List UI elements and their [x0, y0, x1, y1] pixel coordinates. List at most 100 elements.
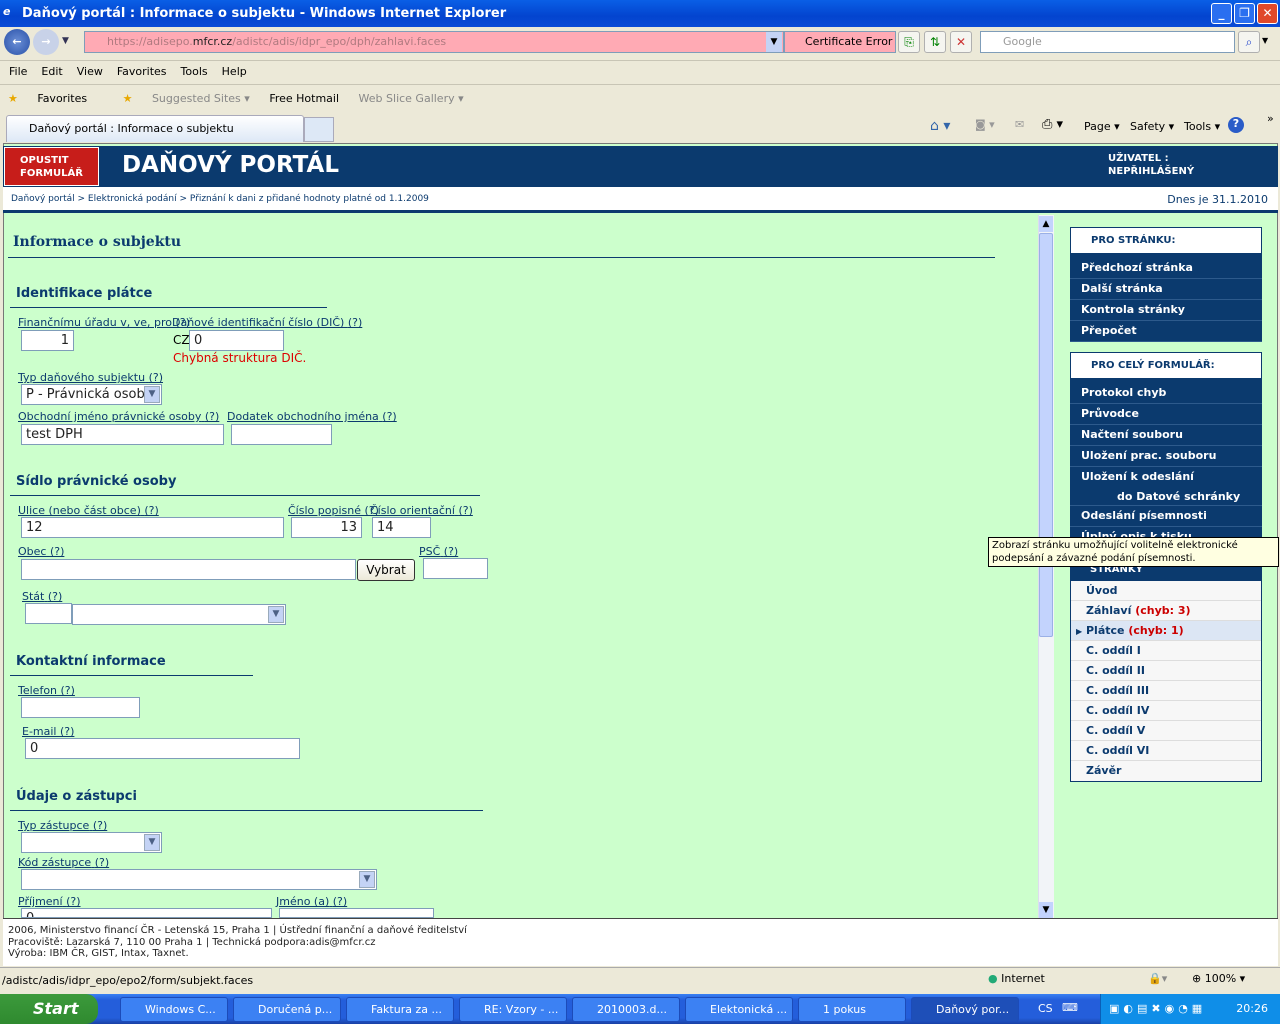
- compatibility-icon[interactable]: ⎘: [898, 31, 920, 53]
- address-bar[interactable]: https://adisepo.mfcr.cz/adistc/adis/idpr…: [84, 31, 784, 53]
- stat-select[interactable]: ▼: [72, 604, 286, 625]
- guide-link[interactable]: Průvodce: [1070, 404, 1262, 425]
- breadcrumb[interactable]: Daňový portál > Elektronická podání > Př…: [3, 187, 1278, 213]
- page-menu[interactable]: Page ▾: [1084, 120, 1120, 133]
- protected-mode-icon[interactable]: 🔒▾: [1148, 972, 1167, 985]
- mail-icon[interactable]: ✉: [1015, 118, 1024, 131]
- email-input[interactable]: 0: [25, 738, 300, 759]
- kod-zastupce-select[interactable]: ▼: [21, 869, 377, 890]
- task-windows-c[interactable]: Windows C...: [120, 997, 228, 1022]
- add-favorite-icon[interactable]: ★: [123, 92, 133, 105]
- keyboard-icon[interactable]: ⌨: [1062, 1001, 1078, 1014]
- label-typ-subjektu[interactable]: Typ daňového subjektu (?): [18, 371, 163, 384]
- page-item-c2[interactable]: C. oddíl II: [1071, 661, 1261, 681]
- financni-urad-input[interactable]: 1: [21, 330, 74, 351]
- fav-suggested-sites[interactable]: Suggested Sites ▾: [152, 92, 250, 105]
- page-item-zaver[interactable]: Závěr: [1071, 761, 1261, 781]
- recalc-link[interactable]: Přepočet: [1070, 321, 1262, 342]
- check-page-link[interactable]: Kontrola stránky: [1070, 300, 1262, 321]
- certificate-error-button[interactable]: Certificate Error: [784, 31, 896, 53]
- task-re-vzory[interactable]: RE: Vzory - ...: [459, 997, 567, 1022]
- label-obec[interactable]: Obec (?): [18, 545, 64, 558]
- label-jmeno[interactable]: Jméno (a) (?): [276, 895, 347, 908]
- back-button[interactable]: ←: [4, 29, 30, 55]
- safety-menu[interactable]: Safety ▾: [1130, 120, 1174, 133]
- label-cislo-popisne[interactable]: Číslo popisné (?): [288, 504, 379, 517]
- scroll-thumb[interactable]: [1039, 233, 1053, 637]
- task-1-pokus[interactable]: 1 pokus: [798, 997, 906, 1022]
- new-tab-button[interactable]: [304, 117, 334, 142]
- feeds-icon[interactable]: ◙ ▾: [975, 118, 995, 131]
- dodatek-input[interactable]: [231, 424, 332, 445]
- page-item-zahlavi[interactable]: Záhlaví (chyb: 3): [1071, 601, 1261, 621]
- task-2010003[interactable]: 2010003.d...: [572, 997, 680, 1022]
- cislo-orientacni-input[interactable]: 14: [372, 517, 431, 538]
- history-dropdown-icon[interactable]: ▼: [62, 36, 69, 46]
- tools-menu[interactable]: Tools ▾: [1184, 120, 1220, 133]
- ulice-input[interactable]: 12: [21, 517, 284, 538]
- restore-button[interactable]: ❐: [1234, 3, 1255, 24]
- task-faktura[interactable]: Faktura za ...: [346, 997, 454, 1022]
- chevron-more-icon[interactable]: »: [1267, 112, 1274, 125]
- search-input[interactable]: Google: [980, 31, 1235, 53]
- task-elektonicka[interactable]: Elektonická ...: [685, 997, 793, 1022]
- telefon-input[interactable]: [21, 697, 140, 718]
- psc-input[interactable]: [423, 558, 488, 579]
- label-email[interactable]: E-mail (?): [22, 725, 74, 738]
- typ-subjektu-select[interactable]: P - Právnická osoba ▼: [21, 384, 162, 405]
- label-kod-zastupce[interactable]: Kód zástupce (?): [18, 856, 109, 869]
- page-item-platce[interactable]: ▶ Plátce (chyb: 1): [1071, 621, 1261, 641]
- fav-free-hotmail[interactable]: Free Hotmail: [269, 92, 339, 105]
- label-ulice[interactable]: Ulice (nebo část obce) (?): [18, 504, 159, 517]
- obec-input[interactable]: [21, 559, 356, 580]
- refresh-icon[interactable]: ⇅: [924, 31, 946, 53]
- label-obchodni-jmeno[interactable]: Obchodní jméno právnické osoby (?): [18, 410, 219, 423]
- label-typ-zastupce[interactable]: Typ zástupce (?): [18, 819, 107, 832]
- page-item-uvod[interactable]: Úvod: [1071, 581, 1261, 601]
- help-icon[interactable]: ?: [1228, 117, 1244, 133]
- vybrat-button[interactable]: Vybrat: [357, 559, 415, 581]
- label-cislo-orientacni[interactable]: Číslo orientační (?): [370, 504, 473, 517]
- prev-page-link[interactable]: Předchozí stránka: [1070, 258, 1262, 279]
- task-danovy-portal[interactable]: Daňový por...: [911, 997, 1019, 1022]
- home-icon[interactable]: ⌂ ▾: [930, 118, 950, 134]
- menu-file[interactable]: File: [9, 61, 27, 83]
- zoom-control[interactable]: ⊕ 100% ▾: [1192, 972, 1245, 985]
- label-prijmeni[interactable]: Příjmení (?): [18, 895, 81, 908]
- menu-view[interactable]: View: [77, 61, 103, 83]
- fav-web-slice-gallery[interactable]: Web Slice Gallery ▾: [359, 92, 464, 105]
- obchodni-jmeno-textarea[interactable]: test DPH: [21, 424, 224, 445]
- jmeno-input[interactable]: [279, 908, 434, 918]
- label-telefon[interactable]: Telefon (?): [18, 684, 75, 697]
- favorites-button[interactable]: ★ Favorites: [8, 92, 103, 105]
- page-item-c1[interactable]: C. oddíl I: [1071, 641, 1261, 661]
- typ-zastupce-select[interactable]: ▼: [21, 832, 162, 853]
- dic-input[interactable]: 0: [189, 330, 284, 351]
- print-icon[interactable]: ⎙ ▾: [1042, 117, 1063, 132]
- cislo-popisne-input[interactable]: 13: [291, 517, 362, 538]
- minimize-button[interactable]: _: [1211, 3, 1232, 24]
- label-financni-urad[interactable]: Finančnímu úřadu v, ve, pro (?): [18, 316, 190, 329]
- page-item-c5[interactable]: C. oddíl V: [1071, 721, 1261, 741]
- send-link[interactable]: Odeslání písemnosti: [1070, 506, 1262, 527]
- save-for-sending-link[interactable]: Uložení k odeslání do Datové schránky: [1070, 467, 1262, 506]
- menu-favorites[interactable]: Favorites: [117, 61, 167, 83]
- address-dropdown-icon[interactable]: ▼: [766, 32, 782, 52]
- menu-edit[interactable]: Edit: [41, 61, 62, 83]
- stat-code-input[interactable]: [25, 603, 72, 624]
- scroll-up-icon[interactable]: ▲: [1039, 216, 1053, 232]
- next-page-link[interactable]: Další stránka: [1070, 279, 1262, 300]
- page-item-c4[interactable]: C. oddíl IV: [1071, 701, 1261, 721]
- forward-button[interactable]: →: [33, 29, 59, 55]
- label-dodatek[interactable]: Dodatek obchodního jména (?): [227, 410, 397, 423]
- quit-form-button[interactable]: OPUSTIT FORMULÁŘ: [4, 147, 99, 186]
- language-indicator[interactable]: CS: [1038, 1002, 1053, 1015]
- close-button[interactable]: ✕: [1257, 3, 1278, 24]
- task-dorucena[interactable]: Doručená p...: [233, 997, 341, 1022]
- start-button[interactable]: Start: [0, 994, 98, 1024]
- label-stat[interactable]: Stát (?): [22, 590, 62, 603]
- error-log-link[interactable]: Protokol chyb: [1070, 383, 1262, 404]
- label-psc[interactable]: PSČ (?): [419, 545, 458, 558]
- menu-help[interactable]: Help: [222, 61, 247, 83]
- prijmeni-input[interactable]: 0: [21, 908, 272, 918]
